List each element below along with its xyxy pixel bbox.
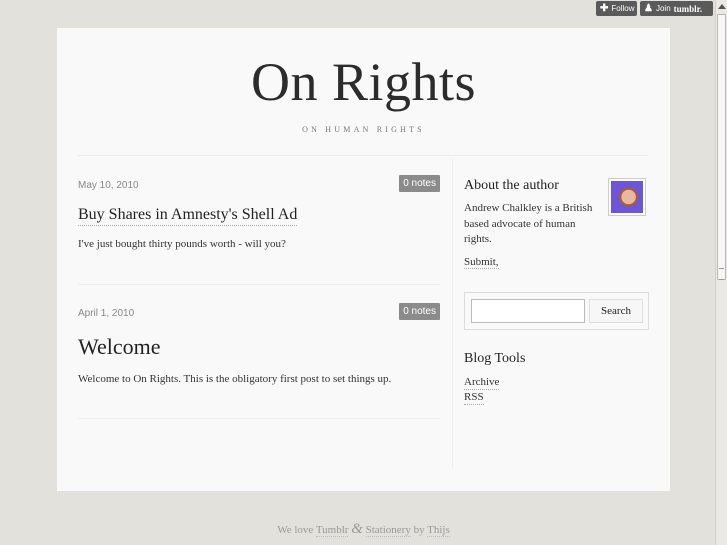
author-bio: Andrew Chalkley is a British based advoc… [464, 202, 593, 245]
site-title[interactable]: On Rights [57, 55, 670, 109]
tumblr-link[interactable]: Tumblr [315, 524, 349, 537]
submit-link[interactable]: Submit, [464, 256, 499, 269]
notes-count-button[interactable]: 0 notes [399, 303, 440, 320]
plus-icon: ✚ [600, 2, 609, 14]
blog-tools-heading: Blog Tools [464, 351, 526, 366]
post-title[interactable]: Buy Shares in Amnesty's Shell Ad [78, 206, 298, 226]
follow-button[interactable]: ✚ Follow [596, 1, 637, 16]
search-input[interactable] [471, 299, 585, 323]
column-divider [452, 159, 453, 469]
notes-count-button[interactable]: 0 notes [399, 175, 440, 192]
join-label: Join [655, 4, 671, 13]
user-icon: ♟ [644, 2, 653, 14]
scroll-grip-icon [719, 268, 724, 280]
archive-link[interactable]: Archive [464, 376, 500, 390]
footer-by-text: by [413, 524, 425, 536]
vertical-scrollbar[interactable] [715, 0, 727, 545]
tumblr-brand: tumblr. [673, 3, 703, 14]
scroll-thumb[interactable] [717, 14, 726, 280]
footer: We love Tumblr & Stationery by Thijs [57, 521, 670, 538]
rss-link[interactable]: RSS [464, 391, 484, 405]
scroll-up-arrow-icon[interactable] [718, 4, 726, 9]
header-divider [78, 155, 648, 156]
follow-label: Follow [611, 4, 635, 13]
post-title[interactable]: Welcome [78, 334, 161, 360]
stationery-link[interactable]: Stationery [365, 524, 411, 537]
footer-love-text: We love [277, 524, 314, 536]
post-body: Welcome to On Rights. This is the obliga… [78, 373, 392, 385]
join-tumblr-button[interactable]: ♟ Join tumblr. [640, 1, 713, 16]
search-form: Search [464, 292, 649, 330]
post-date[interactable]: May 10, 2010 [78, 180, 139, 191]
author-avatar[interactable] [608, 178, 646, 216]
post-date[interactable]: April 1, 2010 [78, 308, 134, 319]
page-container: On Rights On Human Rights May 10, 2010 0… [57, 28, 670, 491]
search-button[interactable]: Search [589, 299, 643, 323]
ampersand: & [351, 521, 363, 537]
theme-author-link[interactable]: Thijs [427, 524, 450, 537]
about-heading: About the author [464, 178, 559, 193]
post-divider [78, 418, 440, 419]
tumblr-controls: ✚ Follow ♟ Join tumblr. [596, 1, 713, 16]
site-subtitle: On Human Rights [302, 125, 425, 134]
post-body: I've just bought thirty pounds worth - w… [78, 238, 286, 250]
post-divider [78, 284, 440, 285]
